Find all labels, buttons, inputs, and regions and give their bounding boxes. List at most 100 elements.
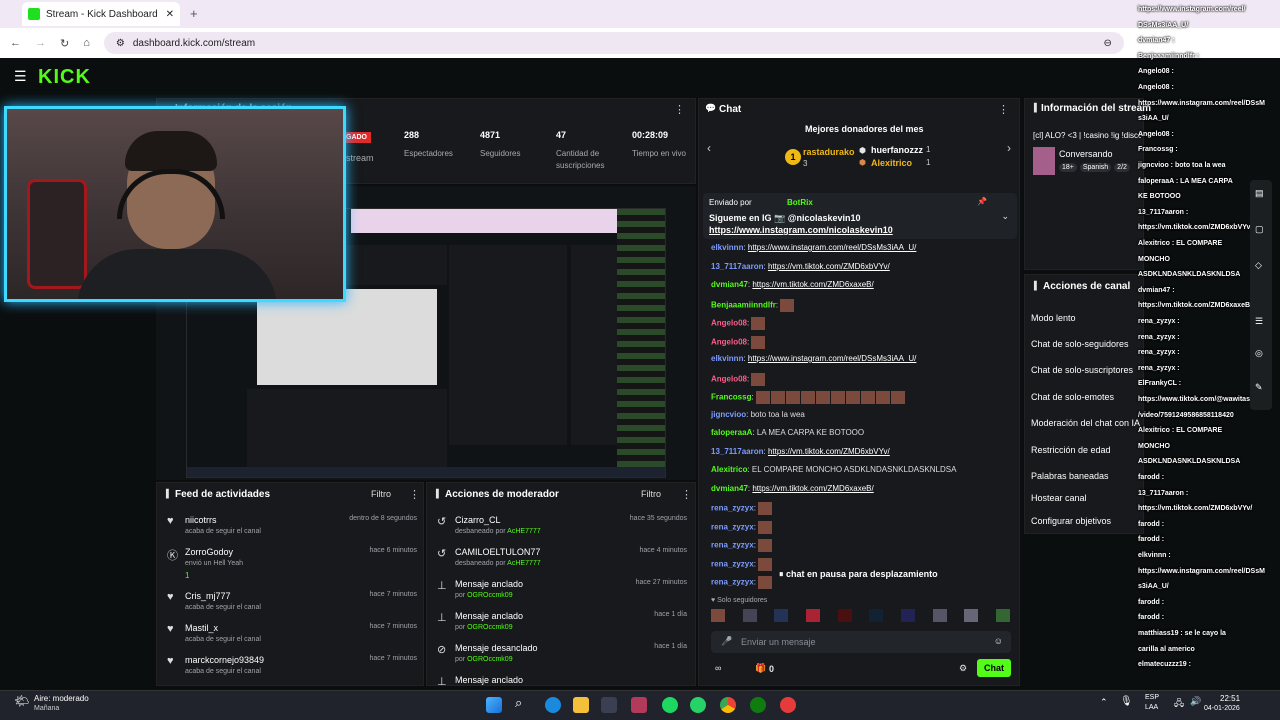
- weather-icon[interactable]: 🌤: [14, 694, 29, 708]
- app-icon[interactable]: [780, 697, 796, 713]
- chat-paused-notice[interactable]: ⏸ chat en pausa para desplazamiento: [779, 569, 939, 585]
- category-name[interactable]: Conversando: [1059, 149, 1113, 159]
- new-tab-icon[interactable]: +: [190, 6, 198, 21]
- chat-message[interactable]: dvmian47: https://vm.tiktok.com/ZMD6xaxe…: [711, 484, 874, 493]
- chat-username[interactable]: elkvinnn: [711, 243, 743, 252]
- action-host-channel[interactable]: Hostear canal: [1031, 493, 1087, 503]
- chat-message[interactable]: rena_zyzyx:: [711, 557, 773, 571]
- mod-menu-icon[interactable]: ⋮: [681, 488, 692, 501]
- mod-by[interactable]: OGROccmk09: [467, 656, 513, 663]
- chat-message[interactable]: Angelo08:: [711, 317, 766, 330]
- emote[interactable]: [964, 609, 979, 622]
- chat-message[interactable]: jigncvioo: boto toa la wea: [711, 410, 805, 419]
- chat-username[interactable]: rena_zyzyx: [711, 541, 754, 550]
- home-icon[interactable]: ⌂: [83, 37, 90, 49]
- menu-icon[interactable]: ☰: [14, 68, 27, 85]
- side-tool-icon[interactable]: ▢: [1255, 224, 1264, 235]
- side-tool-icon[interactable]: ▤: [1255, 188, 1264, 199]
- clock-date[interactable]: 04-01-2026: [1204, 705, 1240, 712]
- chat-message[interactable]: rena_zyzyx:: [711, 502, 773, 515]
- stream-title[interactable]: [cl] ALO? <3 | !casino !ig !discord !mer…: [1033, 131, 1141, 140]
- chat-username[interactable]: rena_zyzyx: [711, 559, 754, 568]
- emote[interactable]: [869, 609, 884, 622]
- feed-menu-icon[interactable]: ⋮: [409, 488, 420, 501]
- emote[interactable]: [900, 609, 915, 622]
- chat-message[interactable]: Alexitrico: EL COMPARE MONCHO ASDKLNDASN…: [711, 465, 956, 474]
- chat-username[interactable]: 13_7117aaron: [711, 262, 764, 271]
- mod-by[interactable]: OGROccmk09: [467, 624, 513, 631]
- donor-name[interactable]: rastadurako: [803, 147, 855, 157]
- action-subscribers-only[interactable]: Chat de solo-suscriptores: [1031, 365, 1133, 375]
- donors-next-icon[interactable]: ›: [1007, 141, 1011, 155]
- action-followers-only[interactable]: Chat de solo-seguidores: [1031, 339, 1129, 349]
- volume-icon[interactable]: 🔊: [1190, 696, 1201, 707]
- chat-username[interactable]: rena_zyzyx: [711, 578, 754, 587]
- chat-username[interactable]: rena_zyzyx: [711, 522, 754, 531]
- chat-text[interactable]: https://vm.tiktok.com/ZMD6xaxeB/: [752, 484, 873, 493]
- feed-user[interactable]: marckcornejo93849: [185, 655, 264, 665]
- chat-username[interactable]: elkvinnn: [711, 354, 743, 363]
- chat-text[interactable]: https://www.instagram.com/reel/DSsMs3iAA…: [748, 354, 917, 363]
- feed-user[interactable]: niicotrrs: [185, 515, 217, 525]
- session-menu-icon[interactable]: ⋮: [674, 103, 685, 116]
- feed-user[interactable]: ZorroGodoy: [185, 547, 233, 557]
- emote[interactable]: [774, 609, 789, 622]
- weather-text[interactable]: Aire: moderado: [34, 694, 89, 703]
- chat-username[interactable]: Angelo08: [711, 374, 747, 383]
- action-age-restriction[interactable]: Restricción de edad: [1031, 445, 1111, 455]
- chat-text[interactable]: https://www.instagram.com/reel/DSsMs3iAA…: [748, 243, 917, 252]
- feed-user[interactable]: Cris_mj777: [185, 591, 231, 601]
- edge-icon[interactable]: [545, 697, 561, 713]
- chat-text[interactable]: https://vm.tiktok.com/ZMD6xbVYv/: [768, 447, 890, 456]
- chat-message[interactable]: rena_zyzyx:: [711, 539, 773, 552]
- chat-message[interactable]: 13_7117aaron: https://vm.tiktok.com/ZMD6…: [711, 262, 890, 271]
- chat-message[interactable]: Angelo08:: [711, 372, 766, 386]
- chat-username[interactable]: dvmian47: [711, 280, 748, 289]
- mod-filter-button[interactable]: Filtro: [641, 489, 661, 499]
- chrome-icon[interactable]: [720, 697, 736, 713]
- mod-target[interactable]: Cizarro_CL: [455, 515, 501, 525]
- emote[interactable]: [742, 609, 757, 622]
- chat-message[interactable]: elkvinnn: https://www.instagram.com/reel…: [711, 243, 916, 252]
- url-bar[interactable]: ⚙ dashboard.kick.com/stream ⊖: [103, 32, 1124, 54]
- mic-icon[interactable]: 🎙: [1120, 696, 1133, 707]
- feed-user[interactable]: Mastil_x: [185, 623, 218, 633]
- zoom-icon[interactable]: ⊖: [1103, 38, 1111, 49]
- chat-send-button[interactable]: Chat: [977, 659, 1011, 677]
- kick-logo[interactable]: KICK: [38, 66, 91, 89]
- network-icon[interactable]: 🖧: [1174, 696, 1184, 712]
- chat-message[interactable]: elkvinnn: https://www.instagram.com/reel…: [711, 354, 916, 363]
- gift-icon[interactable]: 🎁: [755, 663, 766, 674]
- donor-name[interactable]: Alexitrico: [871, 158, 912, 168]
- chat-message[interactable]: dvmian47: https://vm.tiktok.com/ZMD6xaxe…: [711, 280, 874, 289]
- chat-username[interactable]: dvmian47: [711, 484, 748, 493]
- chat-username[interactable]: rena_zyzyx: [711, 504, 754, 513]
- file-explorer-icon[interactable]: [573, 697, 589, 713]
- chat-message[interactable]: Benjaaamiinndlfr:: [711, 298, 795, 312]
- reload-icon[interactable]: ↻: [60, 37, 69, 50]
- donor-name[interactable]: huerfanozzz: [871, 145, 923, 155]
- chat-message[interactable]: rena_zyzyx:: [711, 576, 773, 589]
- close-tab-icon[interactable]: ✕: [166, 9, 174, 20]
- chat-message[interactable]: Francossg:: [711, 391, 906, 404]
- chat-message[interactable]: 13_7117aaron: https://vm.tiktok.com/ZMD6…: [711, 447, 890, 456]
- emote[interactable]: [932, 609, 947, 622]
- xbox-icon[interactable]: [750, 697, 766, 713]
- back-icon[interactable]: ←: [10, 37, 21, 49]
- chat-username[interactable]: Angelo08: [711, 319, 747, 328]
- emote[interactable]: [805, 609, 820, 622]
- chevron-up-icon[interactable]: ⌃: [1100, 697, 1108, 708]
- chat-message[interactable]: rena_zyzyx:: [711, 520, 773, 534]
- emote[interactable]: [837, 609, 852, 622]
- chat-text[interactable]: https://vm.tiktok.com/ZMD6xbVYv/: [768, 262, 890, 271]
- side-tool-icon[interactable]: ☰: [1255, 316, 1263, 327]
- mod-by[interactable]: AcHE7777: [507, 560, 540, 567]
- app-icon[interactable]: [601, 697, 617, 713]
- search-icon[interactable]: ⌕: [515, 695, 522, 711]
- action-slow-mode[interactable]: Modo lento: [1031, 313, 1076, 323]
- mic-icon[interactable]: 🎤: [721, 636, 732, 647]
- chat-username[interactable]: Angelo08: [711, 337, 747, 346]
- chat-username[interactable]: Benjaaamiinndlfr: [711, 300, 776, 309]
- forward-icon[interactable]: →: [35, 37, 46, 49]
- side-tool-icon[interactable]: ◎: [1255, 348, 1263, 359]
